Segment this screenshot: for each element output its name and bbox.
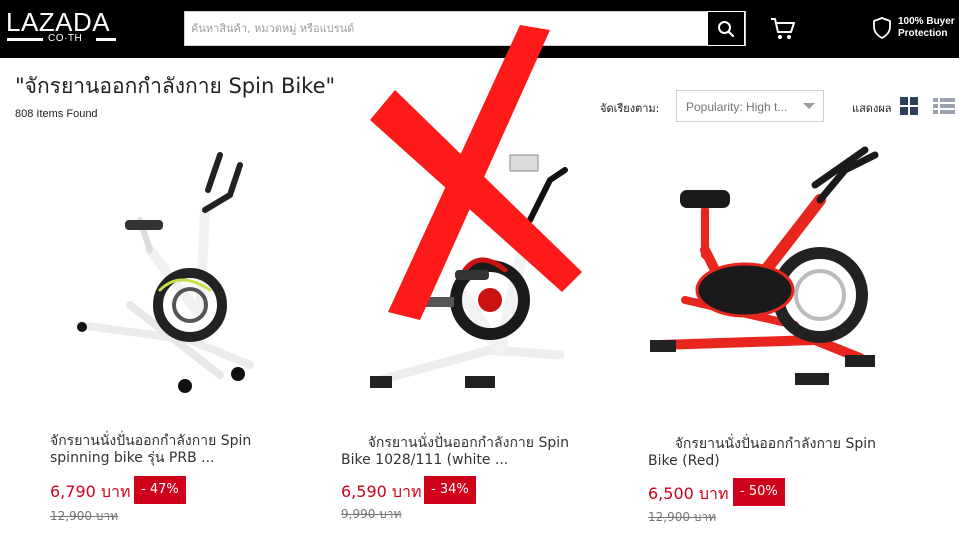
product-price: 6,500 บาท — [648, 484, 729, 503]
logo-bar-left — [7, 38, 43, 41]
product-card[interactable]: จักรยานนั่งปั่นออกกำลังกาย Spin Bike 102… — [330, 130, 610, 530]
logo-text: LAZADA — [6, 7, 111, 37]
sort-label: จัดเรียงตาม: — [600, 102, 660, 115]
product-price: 6,590 บาท — [341, 482, 422, 501]
grid-view-icon — [900, 97, 918, 115]
cart-button[interactable] — [768, 14, 798, 42]
search-icon — [718, 20, 735, 37]
product-image-exercise-bike[interactable] — [645, 130, 925, 410]
shield-icon — [873, 17, 891, 39]
protection-line2: Protection — [898, 28, 948, 39]
discount-badge: - 34% — [424, 476, 476, 504]
search-button[interactable] — [707, 11, 745, 46]
product-title[interactable]: จักรยานนั่งปั่นออกกำลังกาย Spin spinning… — [50, 433, 300, 467]
protection-line1: 100% Buyer — [898, 16, 955, 27]
page-title: "จักรยานออกกำลังกาย Spin Bike" — [15, 74, 336, 98]
list-view-icon — [933, 98, 955, 114]
search-bar — [184, 11, 746, 46]
product-card[interactable]: จักรยานนั่งปั่นออกกำลังกาย Spin spinning… — [40, 130, 310, 530]
list-view-button[interactable] — [933, 97, 955, 115]
protection-label: 100% Buyer Protection — [898, 16, 955, 40]
product-title[interactable]: จักรยานนั่งปั่นออกกำลังกาย Spin Bike 102… — [341, 435, 603, 469]
items-found-count: 808 Items Found — [15, 108, 98, 120]
sort-selected-value: Popularity: High t... — [686, 100, 788, 114]
product-price: 6,790 บาท — [50, 482, 131, 501]
sort-dropdown[interactable]: Popularity: High t... — [676, 90, 824, 122]
original-price: 12,900 บาท — [648, 510, 717, 524]
grid-view-button[interactable] — [900, 97, 918, 115]
logo-subtext: CO·TH — [48, 33, 83, 44]
view-mode-label: แสดงผล — [852, 102, 892, 115]
cart-icon — [771, 18, 795, 39]
logo-bar-right — [96, 38, 116, 41]
lazada-logo[interactable]: LAZADA CO·TH — [6, 8, 118, 48]
product-image-exercise-bike[interactable] — [360, 140, 590, 410]
discount-badge: - 47% — [134, 476, 186, 504]
product-card[interactable]: จักรยานนั่งปั่นออกกำลังกาย Spin Bike (Re… — [640, 130, 940, 530]
original-price: 12,900 บาท — [50, 509, 119, 523]
chevron-down-icon — [803, 103, 815, 109]
search-input[interactable] — [191, 12, 703, 45]
original-price: 9,990 บาท — [341, 507, 402, 521]
product-image-exercise-bike[interactable] — [70, 140, 290, 410]
top-header: LAZADA CO·TH 100% Buyer Protection — [0, 0, 959, 58]
discount-badge: - 50% — [733, 478, 785, 506]
buyer-protection[interactable]: 100% Buyer Protection — [870, 14, 956, 44]
product-title[interactable]: จักรยานนั่งปั่นออกกำลังกาย Spin Bike (Re… — [648, 436, 933, 470]
